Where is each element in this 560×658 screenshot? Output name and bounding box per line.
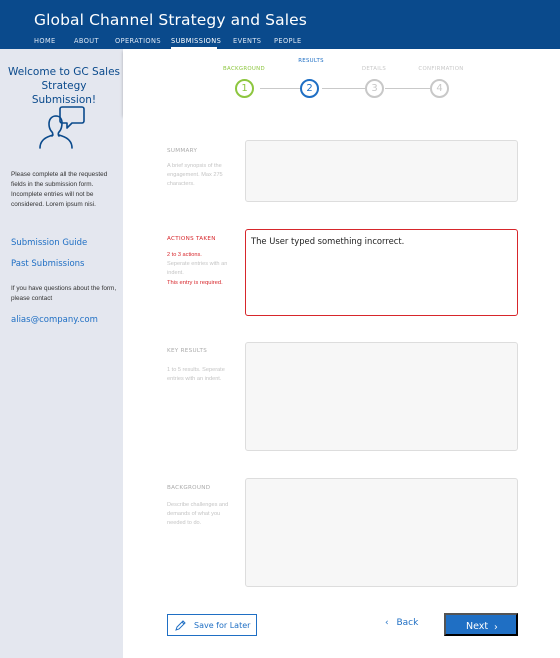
- summary-label: SUMMARY: [167, 148, 198, 154]
- background-label: BACKGROUND: [167, 485, 211, 491]
- back-button[interactable]: ‹ Back: [385, 618, 418, 628]
- save-for-later-label: Save for Later: [194, 621, 251, 630]
- step-1-circle[interactable]: 1: [235, 79, 254, 98]
- nav-submissions[interactable]: SUBMISSIONS: [171, 37, 221, 45]
- step-3-label: DETAILS: [361, 66, 387, 72]
- step-4-circle[interactable]: 4: [430, 79, 449, 98]
- submission-guide-link[interactable]: Submission Guide: [11, 238, 87, 248]
- users-chat-icon: [39, 106, 85, 149]
- step-connector: [385, 88, 430, 89]
- actions-taken-input[interactable]: The User typed something incorrect.: [245, 229, 518, 316]
- step-1-label: BACKGROUND: [223, 66, 265, 72]
- contact-email-link[interactable]: alias@company.com: [11, 315, 98, 325]
- actions-taken-help: Seperate entries with an indent.: [167, 261, 228, 276]
- background-input[interactable]: [245, 478, 518, 587]
- step-2-label: RESULTS: [298, 58, 324, 64]
- actions-taken-label: ACTIONS TAKEN: [167, 236, 216, 242]
- past-submissions-link[interactable]: Past Submissions: [11, 259, 84, 269]
- next-label: Next: [466, 621, 489, 632]
- app-title: Global Channel Strategy and Sales: [34, 11, 307, 29]
- intro-text: Please complete all the requested fields…: [11, 171, 108, 208]
- step-2-circle[interactable]: 2: [300, 79, 319, 98]
- actions-taken-error: This entry is required.: [167, 280, 223, 286]
- nav-home[interactable]: HOME: [34, 37, 56, 45]
- questions-text: If you have questions about the form, pl…: [11, 285, 117, 302]
- progress-stepper: BACKGROUND 1 RESULTS 2 DETAILS 3 CONFIRM…: [123, 49, 560, 115]
- next-button[interactable]: Next ›: [444, 613, 518, 636]
- background-help: Describe challenges and demands of what …: [167, 502, 229, 526]
- summary-help: A brief synopsis of the engagement. Max …: [167, 163, 223, 187]
- nav-events[interactable]: EVENTS: [233, 37, 261, 45]
- step-3-circle[interactable]: 3: [365, 79, 384, 98]
- pencil-icon: [175, 620, 186, 631]
- nav-people[interactable]: PEOPLE: [274, 37, 302, 45]
- welcome-heading: Welcome to GC Sales Strategy Submission!: [8, 66, 120, 106]
- back-label: Back: [396, 618, 419, 628]
- nav-operations[interactable]: OPERATIONS: [115, 37, 161, 45]
- step-4-label: CONFIRMATION: [418, 66, 464, 72]
- submission-form: SUMMARY A brief synopsis of the engageme…: [123, 115, 560, 658]
- step-connector: [322, 88, 365, 89]
- save-for-later-button[interactable]: Save for Later: [167, 614, 257, 636]
- key-results-label: KEY RESULTS: [167, 348, 208, 354]
- nav-about[interactable]: ABOUT: [74, 37, 99, 45]
- step-connector: [260, 88, 301, 89]
- app-header: Global Channel Strategy and Sales HOME A…: [0, 0, 560, 49]
- actions-taken-count-hint: 2 to 3 actions.: [167, 252, 202, 258]
- summary-input[interactable]: [245, 140, 518, 202]
- chevron-right-icon: ›: [494, 622, 498, 633]
- key-results-input[interactable]: [245, 342, 518, 451]
- chevron-left-icon: ‹: [385, 618, 389, 628]
- key-results-help: 1 to 5 results. Seperate entries with an…: [167, 367, 225, 382]
- sidebar: Welcome to GC Sales Strategy Submission!…: [0, 49, 123, 658]
